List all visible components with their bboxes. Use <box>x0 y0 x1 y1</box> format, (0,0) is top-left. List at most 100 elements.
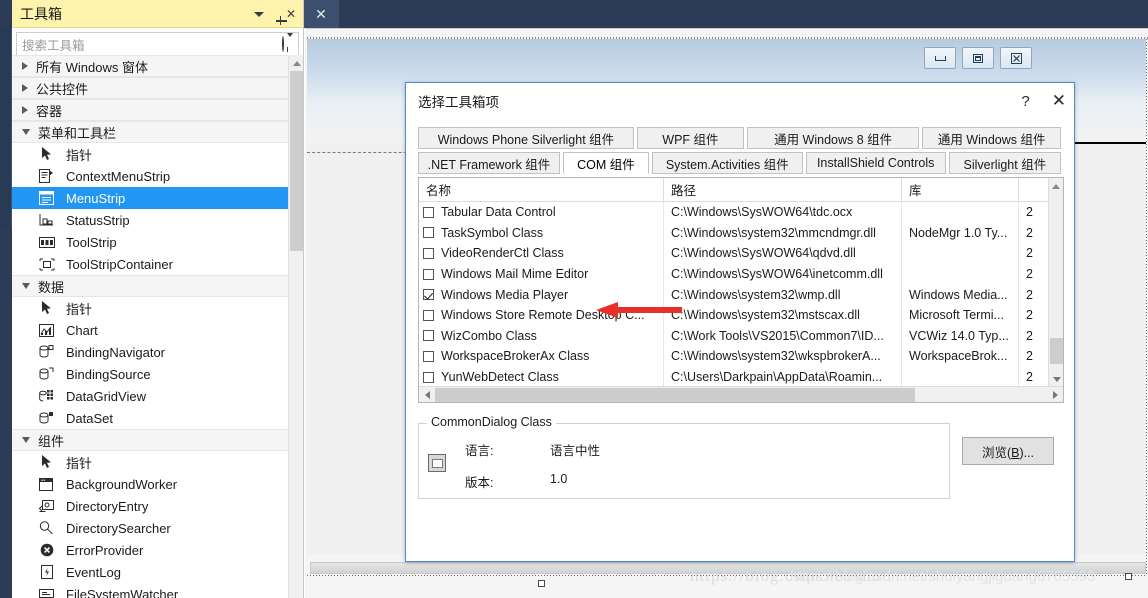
toolbox-item-bindingnavigator[interactable]: BindingNavigator <box>12 341 303 363</box>
document-tab-close-icon[interactable]: ✕ <box>303 0 339 28</box>
row-checkbox[interactable] <box>423 206 434 218</box>
tab-net-framework[interactable]: .NET Framework 组件 <box>418 152 560 174</box>
list-rows[interactable]: Tabular Data Control C:\Windows\SysWOW64\… <box>419 202 1049 387</box>
row-name-cell[interactable]: TaskSymbol Class <box>419 222 664 244</box>
browse-button[interactable]: 浏览(B)... <box>962 437 1054 465</box>
tab-windows[interactable]: 通用 Windows 组件 <box>922 127 1062 149</box>
tab-installshield-controls[interactable]: InstallShield Controls <box>805 152 946 174</box>
row-checkbox[interactable] <box>423 227 434 239</box>
tab-windows-phone-silverlight[interactable]: Windows Phone Silverlight 组件 <box>418 127 634 149</box>
table-row[interactable]: WorkspaceBrokerAx Class C:\Windows\system… <box>419 346 1049 367</box>
toolbox-item--[interactable]: 指针 <box>12 143 303 165</box>
toolbox-item--[interactable]: 指针 <box>12 297 303 319</box>
chevron-down-icon[interactable] <box>22 283 30 289</box>
toolbox-item-directorysearcher[interactable]: DirectorySearcher <box>12 517 303 539</box>
row-name-cell[interactable]: YunWebDetect Class <box>419 366 664 387</box>
vertical-docked-tab[interactable]: 服务器资源管理器 <box>0 28 12 228</box>
row-name-cell[interactable]: Windows Media Player <box>419 284 664 305</box>
toolbox-item-bindingsource[interactable]: BindingSource <box>12 363 303 385</box>
row-name-cell[interactable]: WizCombo Class <box>419 325 664 347</box>
row-name-cell[interactable]: WorkspaceBrokerAx Class <box>419 346 664 367</box>
column-header-3[interactable] <box>1019 178 1049 201</box>
table-row[interactable]: Windows Store Remote Desktop C... C:\Wind… <box>419 304 1049 326</box>
toolbox-item-toolstrip[interactable]: ToolStrip <box>12 231 303 253</box>
row-name-cell[interactable]: Windows Mail Mime Editor <box>419 263 664 285</box>
table-row[interactable]: VideoRenderCtl Class C:\Windows\SysWOW64\… <box>419 243 1049 264</box>
column-header-1[interactable]: 路径 <box>664 178 902 201</box>
row-checkbox[interactable] <box>423 330 434 342</box>
scroll-down-icon[interactable] <box>1049 371 1064 387</box>
row-checkbox[interactable] <box>423 371 434 383</box>
search-icon[interactable] <box>282 36 284 52</box>
toolbox-item--[interactable]: 指针 <box>12 451 303 473</box>
toolbox-item-contextmenustrip[interactable]: ContextMenuStrip <box>12 165 303 187</box>
form-resize-handle-corner[interactable] <box>1125 573 1132 580</box>
row-name-cell[interactable]: Windows Store Remote Desktop C... <box>419 304 664 326</box>
toolbox-group-5[interactable]: 组件 <box>12 429 303 451</box>
toolbox-item-toolstripcontainer[interactable]: ToolStripContainer <box>12 253 303 275</box>
form-minimize-button[interactable] <box>924 47 956 69</box>
row-checkbox[interactable] <box>423 247 434 259</box>
table-row[interactable]: Tabular Data Control C:\Windows\SysWOW64\… <box>419 202 1049 223</box>
row-name-cell[interactable]: Tabular Data Control <box>419 202 664 223</box>
scroll-up-icon[interactable] <box>289 55 304 71</box>
tab-windows-8[interactable]: 通用 Windows 8 组件 <box>746 127 920 149</box>
row-checkbox[interactable] <box>423 289 434 301</box>
toolbox-search-box[interactable]: 搜索工具箱 <box>16 32 299 56</box>
column-header-2[interactable]: 库 <box>902 178 1019 201</box>
toolbox-group-4[interactable]: 数据 <box>12 275 303 297</box>
scroll-up-icon[interactable] <box>1049 178 1063 194</box>
toolbox-group-0[interactable]: 所有 Windows 窗体 <box>12 55 303 77</box>
chevron-down-icon[interactable] <box>22 129 30 135</box>
tab-com[interactable]: COM 组件 <box>562 152 649 174</box>
tab-system-activities[interactable]: System.Activities 组件 <box>651 152 803 174</box>
toolbox-scrollbar[interactable] <box>288 55 303 598</box>
toolbox-item-dataset[interactable]: DataSet <box>12 407 303 429</box>
close-icon[interactable]: ✕ <box>1052 91 1066 111</box>
row-checkbox[interactable] <box>423 309 434 321</box>
list-vscrollbar-thumb[interactable] <box>1050 338 1063 364</box>
toolbox-group-2[interactable]: 容器 <box>12 99 303 121</box>
chevron-right-icon[interactable] <box>22 84 28 92</box>
toolbox-scrollbar-thumb[interactable] <box>290 71 303 251</box>
toolbox-group-3[interactable]: 菜单和工具栏 <box>12 121 303 143</box>
tab-wpf[interactable]: WPF 组件 <box>636 127 744 149</box>
table-row[interactable]: TaskSymbol Class C:\Windows\system32\mmcn… <box>419 222 1049 244</box>
list-vertical-scrollbar[interactable] <box>1048 178 1063 387</box>
toolbox-item-statusstrip[interactable]: StatusStrip <box>12 209 303 231</box>
chevron-down-icon[interactable] <box>22 437 30 443</box>
list-hscrollbar-thumb[interactable] <box>435 388 915 402</box>
chevron-right-icon[interactable] <box>22 106 28 114</box>
components-list[interactable]: 名称 路径 库 Tabular Data Control C:\Windows\Sys… <box>418 177 1064 403</box>
form-maximize-button[interactable] <box>962 47 994 69</box>
table-row[interactable]: YunWebDetect Class C:\Users\Darkpain\AppD… <box>419 366 1049 387</box>
list-column-headers[interactable]: 名称 路径 库 <box>419 178 1063 202</box>
table-row[interactable]: WizCombo Class C:\Work Tools\VS2015\Commo… <box>419 325 1049 347</box>
chevron-right-icon[interactable] <box>22 62 28 70</box>
close-icon[interactable]: ✕ <box>286 8 296 20</box>
chevron-down-icon[interactable] <box>253 11 264 17</box>
toolbox-item-eventlog[interactable]: EventLog <box>12 561 303 583</box>
row-checkbox[interactable] <box>423 350 434 362</box>
row-name-cell[interactable]: VideoRenderCtl Class <box>419 243 664 264</box>
toolbox-item-menustrip[interactable]: MenuStrip <box>12 187 303 209</box>
tab-silverlight[interactable]: Silverlight 组件 <box>948 152 1061 174</box>
list-horizontal-scrollbar[interactable] <box>419 386 1063 402</box>
toolbox-item-directoryentry[interactable]: DirectoryEntry <box>12 495 303 517</box>
scroll-left-icon[interactable] <box>419 387 435 402</box>
toolbox-item-datagridview[interactable]: DataGridView <box>12 385 303 407</box>
table-row[interactable]: Windows Media Player C:\Windows\system32\… <box>419 284 1049 305</box>
form-resize-handle-bottom[interactable] <box>538 580 545 587</box>
table-row[interactable]: Windows Mail Mime Editor C:\Windows\SysWO… <box>419 263 1049 285</box>
form-close-button[interactable] <box>1000 47 1032 69</box>
toolbox-item-chart[interactable]: Chart <box>12 319 303 341</box>
help-icon[interactable]: ? <box>1021 93 1029 110</box>
scroll-right-icon[interactable] <box>1047 387 1063 402</box>
toolbox-item-errorprovider[interactable]: ErrorProvider <box>12 539 303 561</box>
toolbox-tree[interactable]: 所有 Windows 窗体 公共控件 容器 菜单和工具栏 指针 ContextMenuSt… <box>12 55 303 598</box>
toolbox-item-backgroundworker[interactable]: BackgroundWorker <box>12 473 303 495</box>
toolbox-item-filesystemwatcher[interactable]: FileSystemWatcher <box>12 583 303 598</box>
row-checkbox[interactable] <box>423 268 434 280</box>
column-header-0[interactable]: 名称 <box>419 178 664 201</box>
toolbox-group-1[interactable]: 公共控件 <box>12 77 303 99</box>
